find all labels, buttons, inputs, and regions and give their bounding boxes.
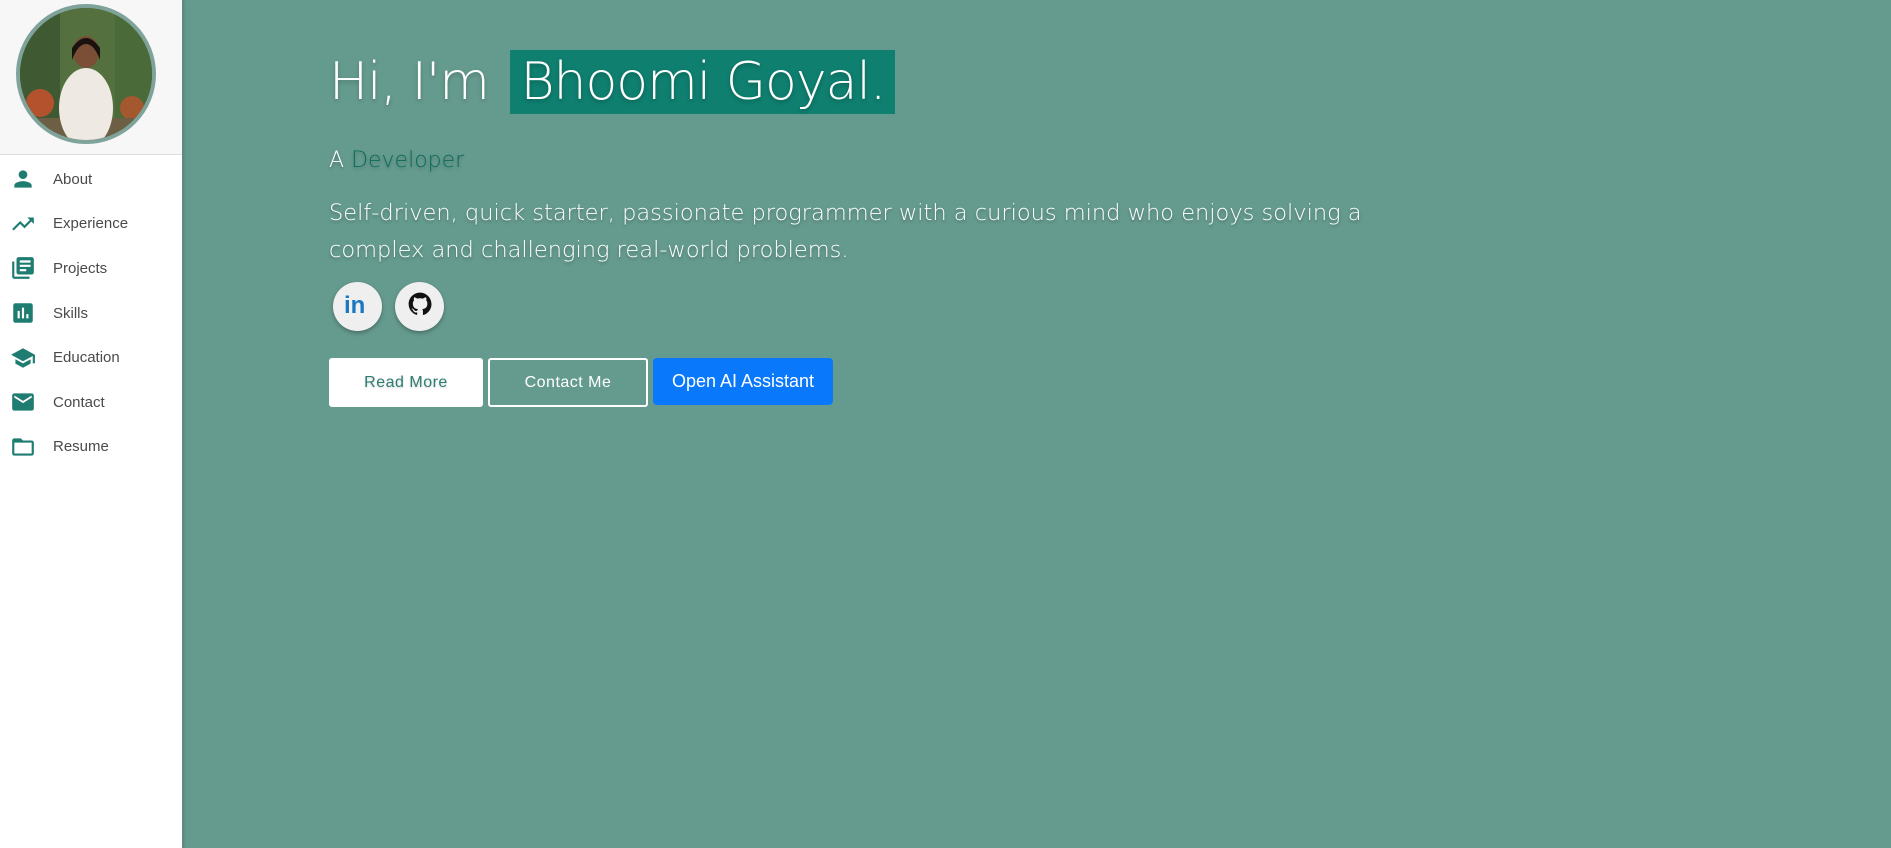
github-icon bbox=[407, 291, 433, 322]
mail-icon bbox=[10, 389, 36, 415]
trending-up-icon bbox=[10, 211, 36, 237]
hero-greeting: Hi, I'm bbox=[329, 52, 490, 112]
sidebar-item-skills[interactable]: Skills bbox=[0, 291, 182, 336]
person-icon bbox=[10, 166, 36, 192]
sidebar-item-label: Experience bbox=[53, 215, 129, 233]
sidebar-item-label: Skills bbox=[53, 304, 89, 322]
bar-chart-icon bbox=[10, 300, 36, 326]
sidebar-item-label: About bbox=[53, 170, 93, 188]
hero-subtitle: A Developer bbox=[329, 148, 464, 173]
hero-name: Bhoomi Goyal. bbox=[510, 50, 896, 114]
sidebar-item-about[interactable]: About bbox=[0, 157, 182, 202]
school-icon bbox=[10, 345, 36, 371]
sidebar-item-education[interactable]: Education bbox=[0, 335, 182, 380]
social-links: in bbox=[333, 282, 444, 331]
sidebar-item-experience[interactable]: Experience bbox=[0, 202, 182, 247]
sidebar-item-label: Contact bbox=[53, 393, 105, 411]
open-ai-assistant-button[interactable]: Open AI Assistant bbox=[653, 358, 833, 405]
sidebar-item-resume[interactable]: Resume bbox=[0, 425, 182, 470]
library-books-icon bbox=[10, 255, 36, 281]
sidebar-item-label: Education bbox=[53, 349, 120, 367]
sidebar-item-label: Resume bbox=[53, 438, 109, 456]
svg-text:in: in bbox=[344, 292, 365, 316]
github-link[interactable] bbox=[395, 282, 444, 331]
sidebar-item-label: Projects bbox=[53, 259, 108, 277]
linkedin-icon: in bbox=[343, 292, 373, 321]
role-text: Developer bbox=[351, 148, 465, 173]
app-root: About Experience Projects Skills Educati… bbox=[0, 0, 1891, 848]
avatar-section bbox=[0, 0, 182, 155]
linkedin-link[interactable]: in bbox=[333, 282, 382, 331]
role-prefix: A bbox=[329, 148, 345, 173]
contact-me-button[interactable]: Contact Me bbox=[488, 358, 648, 407]
folder-icon bbox=[10, 434, 36, 460]
sidebar-nav: About Experience Projects Skills Educati… bbox=[0, 157, 182, 469]
sidebar-item-contact[interactable]: Contact bbox=[0, 380, 182, 425]
avatar bbox=[16, 4, 156, 144]
sidebar-item-projects[interactable]: Projects bbox=[0, 246, 182, 291]
hero-bio: Self-driven, quick starter, passionate p… bbox=[329, 200, 1362, 263]
sidebar: About Experience Projects Skills Educati… bbox=[0, 0, 183, 848]
read-more-button[interactable]: Read More bbox=[329, 358, 483, 407]
hero-title: Hi, I'm Bhoomi Goyal. bbox=[329, 50, 896, 114]
action-buttons: Read More Contact Me Open AI Assistant bbox=[329, 358, 833, 407]
